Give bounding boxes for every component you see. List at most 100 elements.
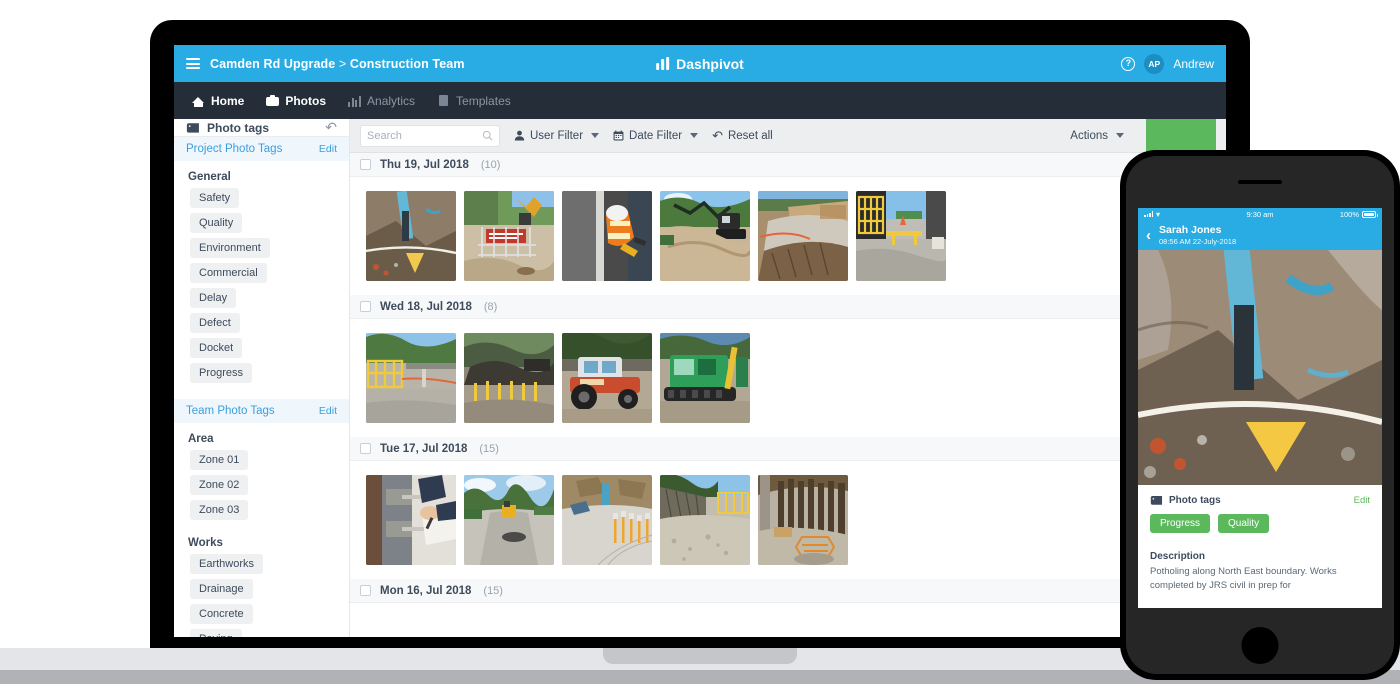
photo-thumbnail-trench-pipe[interactable] [366, 191, 456, 281]
phone-tag-quality[interactable]: Quality [1218, 514, 1270, 533]
select-all-checkbox[interactable] [360, 301, 371, 312]
brand-logo: Dashpivot [656, 56, 744, 72]
add-photo-button[interactable] [1146, 118, 1216, 153]
toolbar-right: Actions [1070, 130, 1132, 142]
date-label: Wed 18, Jul 2018 [380, 300, 472, 313]
nav-item-photos[interactable]: Photos [266, 94, 326, 108]
screenshot-stage: Camden Rd Upgrade > Construction Team Da… [0, 0, 1400, 700]
photo-author-name: Sarah Jones [1159, 224, 1222, 236]
date-group-header[interactable]: Tue 17, Jul 2018 (15) [350, 437, 1226, 461]
edit-link[interactable]: Edit [319, 405, 337, 417]
photo-thumbnail-green-excavator[interactable] [660, 333, 750, 423]
photo-thumbnail-yellow-fence-road[interactable] [366, 333, 456, 423]
tag-chip-paving[interactable]: Paving [190, 629, 242, 637]
search-input[interactable] [367, 129, 482, 142]
tag-chip-environment[interactable]: Environment [190, 238, 270, 258]
tag-chip-quality[interactable]: Quality [190, 213, 243, 233]
chevron-down-icon [1116, 133, 1124, 138]
breadcrumb-team[interactable]: Construction Team [350, 57, 465, 71]
actions-button[interactable]: Actions [1070, 130, 1124, 142]
section-title: Project Photo Tags [186, 143, 283, 155]
phone-edit-link[interactable]: Edit [1354, 495, 1370, 506]
tag-chip-commercial[interactable]: Commercial [190, 263, 267, 283]
photo-thumbnail-rock-cut-site[interactable] [562, 475, 652, 565]
hamburger-icon[interactable] [186, 58, 200, 69]
phone-tag-progress[interactable]: Progress [1150, 514, 1211, 533]
app-navbar: Home Photos Analytics Templates [174, 82, 1226, 119]
photo-thumbnail-embankment-road[interactable] [660, 475, 750, 565]
breadcrumb[interactable]: Camden Rd Upgrade > Construction Team [210, 57, 465, 71]
brand-name: Dashpivot [676, 55, 744, 72]
photo-thumbnail-timber-piles[interactable] [758, 475, 848, 565]
thumbnail-row [350, 461, 1226, 579]
phone-photo-trench-pipe[interactable] [1138, 250, 1382, 485]
photo-thumbnail-yellow-barrier[interactable] [856, 191, 946, 281]
signal-icon [1144, 211, 1153, 217]
avatar[interactable]: AP [1144, 53, 1165, 74]
user-name[interactable]: Andrew [1173, 57, 1214, 71]
chart-bars-icon [656, 57, 670, 70]
sidebar-section-project-photo-tags[interactable]: Project Photo Tags Edit [174, 137, 349, 161]
photo-thumbnail-road-embankment[interactable] [758, 191, 848, 281]
date-filter-label: Date Filter [629, 129, 683, 142]
reset-all-button[interactable]: ↶ Reset all [712, 128, 773, 144]
nav-label-home: Home [211, 93, 245, 108]
tag-chip-zone-02[interactable]: Zone 02 [190, 475, 249, 495]
breadcrumb-project[interactable]: Camden Rd Upgrade [210, 57, 335, 71]
select-all-checkbox[interactable] [360, 159, 371, 170]
tag-chip-earthworks[interactable]: Earthworks [190, 554, 264, 574]
help-icon[interactable]: ? [1121, 56, 1136, 71]
user-filter-button[interactable]: User Filter [514, 129, 600, 142]
tag-chip-safety[interactable]: Safety [190, 188, 240, 208]
tag-chip-zone-01[interactable]: Zone 01 [190, 450, 249, 470]
tag-chip-delay[interactable]: Delay [190, 288, 237, 308]
sidebar-title: Photo tags [207, 120, 269, 135]
date-group-header[interactable]: Wed 18, Jul 2018 (8) [350, 295, 1226, 319]
edit-link[interactable]: Edit [319, 143, 337, 155]
photo-thumbnail-road-paving[interactable] [464, 475, 554, 565]
photo-thumbnail-stockpile-site[interactable] [464, 333, 554, 423]
date-group-header[interactable]: Mon 16, Jul 2018 (15) [350, 579, 1226, 603]
photo-thumbnail-excavator-fence[interactable] [464, 191, 554, 281]
phone-description-title: Description [1150, 551, 1206, 562]
search-box[interactable] [360, 124, 500, 147]
calendar-icon [613, 130, 624, 141]
photo-thumbnail-excavator-dirt[interactable] [660, 191, 750, 281]
tag-chip-drainage[interactable]: Drainage [190, 579, 253, 599]
photo-thumbnail-desk-inspection[interactable] [366, 475, 456, 565]
date-label: Thu 19, Jul 2018 [380, 158, 469, 171]
tag-group-general: General Safety Quality Environment Comme… [174, 161, 349, 390]
nav-label-templates: Templates [456, 93, 511, 108]
user-filter-label: User Filter [530, 129, 584, 142]
photo-thumbnail-worker-orange[interactable] [562, 191, 652, 281]
phone-details-card: Photo tags Edit Progress Quality Descrip… [1138, 485, 1382, 603]
tag-chip-defect[interactable]: Defect [190, 313, 240, 333]
phone-home-button[interactable] [1241, 627, 1279, 664]
select-all-checkbox[interactable] [360, 585, 371, 596]
sidebar-section-team-photo-tags[interactable]: Team Photo Tags Edit [174, 399, 349, 423]
photo-thumbnail-loader-machine[interactable] [562, 333, 652, 423]
content-panel: User Filter [350, 118, 1226, 637]
chevron-left-icon[interactable]: ‹ [1146, 228, 1151, 243]
date-group-header[interactable]: Thu 19, Jul 2018 (10) [350, 153, 1226, 177]
nav-item-home[interactable]: Home [192, 94, 244, 108]
date-count: (15) [479, 442, 499, 455]
select-all-checkbox[interactable] [360, 443, 371, 454]
undo-icon[interactable]: ↶ [325, 119, 337, 136]
section-title: Team Photo Tags [186, 405, 275, 417]
breadcrumb-separator: > [338, 56, 347, 71]
date-filter-button[interactable]: Date Filter [613, 129, 699, 142]
tag-chip-docket[interactable]: Docket [190, 338, 243, 358]
nav-item-templates[interactable]: Templates [437, 94, 511, 108]
reset-all-label: Reset all [727, 129, 773, 142]
tag-group-label: General [188, 171, 231, 183]
tag-chip-progress[interactable]: Progress [190, 363, 253, 383]
tag-chip-zone-03[interactable]: Zone 03 [190, 500, 249, 520]
nav-item-analytics[interactable]: Analytics [348, 94, 415, 108]
user-icon [514, 130, 525, 141]
wifi-icon: ▾ [1156, 209, 1161, 219]
tag-group-area: Area Zone 01 Zone 02 Zone 03 [174, 423, 349, 527]
phone-description-text: Potholing along North East boundary. Wor… [1150, 566, 1337, 591]
photo-timestamp: 08:56 AM 22-July-2018 [1159, 237, 1237, 246]
tag-chip-concrete[interactable]: Concrete [190, 604, 253, 624]
